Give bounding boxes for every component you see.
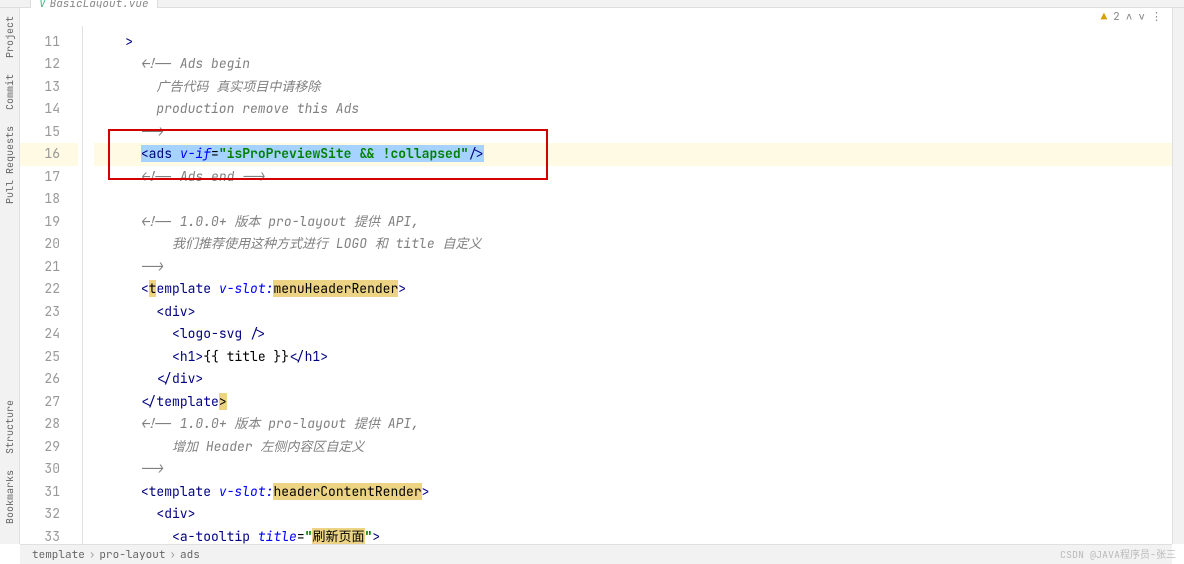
sidebar-item-structure[interactable]: Structure bbox=[0, 392, 19, 462]
sidebar-item-project[interactable]: Project bbox=[0, 8, 19, 66]
line-number: 31 bbox=[20, 481, 78, 504]
code-line[interactable]: --> bbox=[94, 256, 1172, 279]
line-number: 27 bbox=[20, 391, 78, 414]
line-number-gutter: 1011121314151617181920212223242526272829… bbox=[20, 8, 78, 544]
line-number: 11 bbox=[20, 31, 78, 54]
code-line[interactable] bbox=[94, 188, 1172, 211]
code-line[interactable]: <template v-slot:headerContentRender> bbox=[94, 481, 1172, 504]
line-number: 25 bbox=[20, 346, 78, 369]
line-number: 30 bbox=[20, 458, 78, 481]
line-number: 29 bbox=[20, 436, 78, 459]
code-line[interactable]: <!-- 1.0.0+ 版本 pro-layout 提供 API, bbox=[94, 413, 1172, 436]
line-number: 13 bbox=[20, 76, 78, 99]
line-number: 16 bbox=[20, 143, 78, 166]
top-tab-bar: V BasicLayout.vue bbox=[0, 0, 1184, 8]
code-line[interactable]: <ads v-if="isProPreviewSite && !collapse… bbox=[94, 143, 1172, 166]
watermark: CSDN @JAVA程序员-张三 bbox=[1060, 546, 1176, 561]
code-line[interactable]: <a-tooltip title="刷新页面"> bbox=[94, 526, 1172, 545]
code-line[interactable]: --> bbox=[94, 458, 1172, 481]
code-line[interactable]: 广告代码 真实项目中请移除 bbox=[94, 76, 1172, 99]
breadcrumb-bar: template›pro-layout›ads bbox=[20, 544, 1172, 564]
code-line[interactable]: <!-- Ads begin bbox=[94, 53, 1172, 76]
breadcrumb-item[interactable]: ads bbox=[180, 548, 200, 562]
line-number: 20 bbox=[20, 233, 78, 256]
more-icon[interactable]: ⋮ bbox=[1151, 10, 1162, 24]
sidebar-item-pull-requests[interactable]: Pull Requests bbox=[0, 118, 19, 212]
breadcrumb-separator: › bbox=[169, 548, 176, 562]
code-editor[interactable]: 1011121314151617181920212223242526272829… bbox=[20, 8, 1172, 544]
line-number: 26 bbox=[20, 368, 78, 391]
fold-strip bbox=[78, 8, 94, 544]
line-number: 19 bbox=[20, 211, 78, 234]
line-number: 14 bbox=[20, 98, 78, 121]
code-line[interactable]: <div> bbox=[94, 503, 1172, 526]
code-line[interactable]: 我们推荐使用这种方式进行 LOGO 和 title 自定义 bbox=[94, 233, 1172, 256]
next-highlight-icon[interactable]: ∨ bbox=[1138, 10, 1145, 24]
code-line[interactable]: <template v-slot:menuHeaderRender> bbox=[94, 278, 1172, 301]
prev-highlight-icon[interactable]: ∧ bbox=[1126, 10, 1133, 24]
code-line[interactable]: </div> bbox=[94, 368, 1172, 391]
code-line[interactable]: <!-- Ads end --> bbox=[94, 166, 1172, 189]
line-number: 22 bbox=[20, 278, 78, 301]
sidebar-item-bookmarks[interactable]: Bookmarks bbox=[0, 462, 19, 532]
line-number: 32 bbox=[20, 503, 78, 526]
breadcrumb-separator: › bbox=[89, 548, 96, 562]
line-number: 33 bbox=[20, 526, 78, 545]
breadcrumb-item[interactable]: template bbox=[32, 548, 85, 562]
code-line[interactable]: <div> bbox=[94, 301, 1172, 324]
line-number: 17 bbox=[20, 166, 78, 189]
line-number: 28 bbox=[20, 413, 78, 436]
warning-icon: ▲ bbox=[1101, 10, 1108, 24]
code-line[interactable]: <logo-svg /> bbox=[94, 323, 1172, 346]
code-line[interactable]: </template> bbox=[94, 391, 1172, 414]
line-number: 24 bbox=[20, 323, 78, 346]
line-number: 21 bbox=[20, 256, 78, 279]
line-number: 15 bbox=[20, 121, 78, 144]
left-tool-sidebar: Project Commit Pull Requests Structure B… bbox=[0, 8, 20, 544]
code-line[interactable]: --> bbox=[94, 121, 1172, 144]
warning-count: 2 bbox=[1113, 10, 1120, 24]
line-number: 23 bbox=[20, 301, 78, 324]
breadcrumb-item[interactable]: pro-layout bbox=[99, 548, 165, 562]
code-line[interactable]: > bbox=[94, 31, 1172, 54]
line-number: 12 bbox=[20, 53, 78, 76]
code-line[interactable]: <h1>{{ title }}</h1> bbox=[94, 346, 1172, 369]
code-area[interactable]: v-bind="settings" > <!-- Ads begin 广告代码 … bbox=[94, 8, 1172, 544]
code-line[interactable]: 增加 Header 左侧内容区自定义 bbox=[94, 436, 1172, 459]
sidebar-item-commit[interactable]: Commit bbox=[0, 66, 19, 118]
right-gutter bbox=[1172, 8, 1184, 544]
code-line[interactable]: production remove this Ads bbox=[94, 98, 1172, 121]
line-number: 18 bbox=[20, 188, 78, 211]
code-line[interactable]: <!-- 1.0.0+ 版本 pro-layout 提供 API, bbox=[94, 211, 1172, 234]
